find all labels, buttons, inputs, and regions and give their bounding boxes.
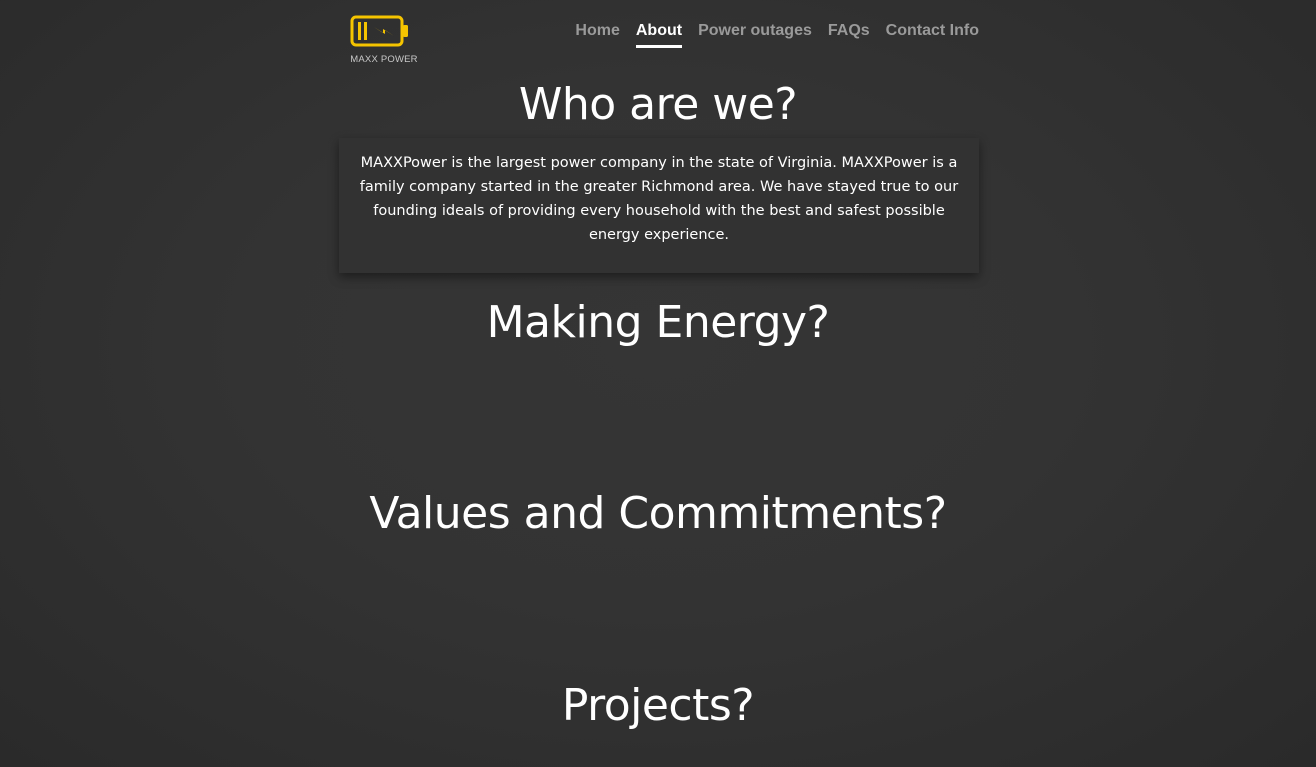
values-commitments-heading: Values and Commitments? bbox=[369, 488, 947, 539]
nav-about[interactable]: About bbox=[635, 22, 683, 48]
brand-logo[interactable]: MAXX POWER bbox=[344, 14, 418, 65]
site-header: MAXX POWER Home About Power outages FAQs… bbox=[339, 8, 979, 65]
making-energy-heading: Making Energy? bbox=[486, 297, 830, 348]
brand-name: MAXX POWER bbox=[350, 54, 418, 65]
who-are-we-heading: Who are we? bbox=[518, 79, 798, 130]
main-nav: Home About Power outages FAQs Contact In… bbox=[575, 22, 979, 48]
nav-home[interactable]: Home bbox=[575, 22, 619, 46]
projects-heading: Projects? bbox=[561, 680, 755, 731]
nav-faqs[interactable]: FAQs bbox=[828, 22, 870, 46]
about-card: MAXXPower is the largest power company i… bbox=[339, 138, 979, 273]
nav-power-outages[interactable]: Power outages bbox=[698, 22, 812, 46]
about-text: MAXXPower is the largest power company i… bbox=[359, 155, 959, 243]
nav-contact-info[interactable]: Contact Info bbox=[886, 22, 979, 46]
battery-bolt-icon bbox=[350, 15, 408, 47]
